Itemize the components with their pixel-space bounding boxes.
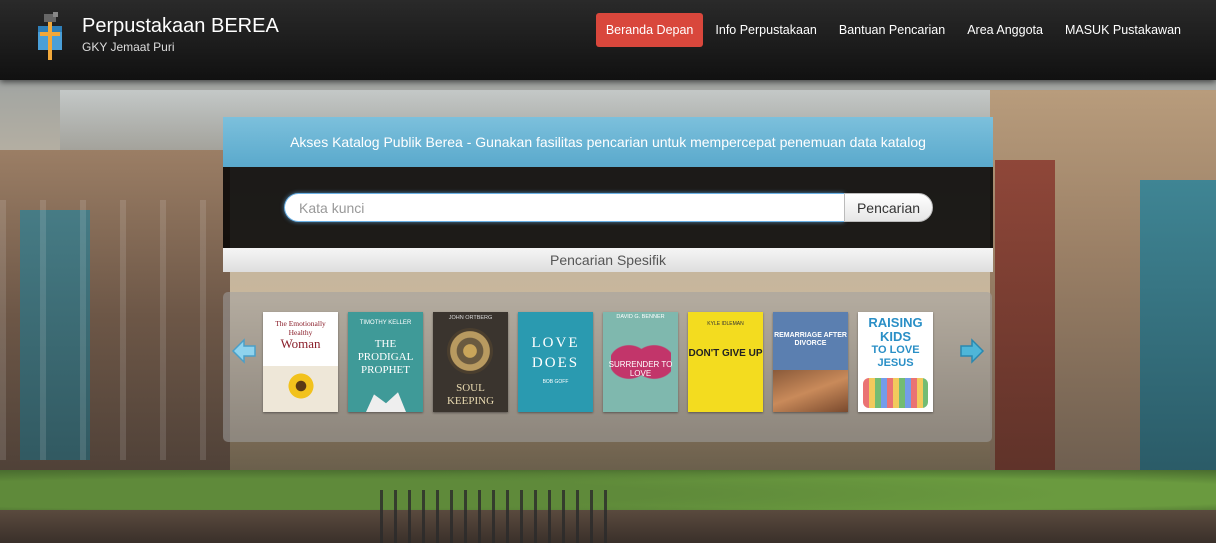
book-title: SURRENDER TO LOVE: [608, 360, 673, 378]
book-title: TO LOVE JESUS: [871, 344, 920, 369]
library-logo-icon: [38, 12, 62, 60]
book-title: REMARRIAGE AFTER DIVORCE: [774, 332, 847, 347]
catalog-heading: Akses Katalog Publik Berea - Gunakan fas…: [223, 117, 993, 167]
nav-info-perpustakaan[interactable]: Info Perpustakaan: [704, 13, 827, 47]
sunflower-image: [287, 372, 315, 400]
book-title: Woman: [280, 336, 321, 351]
book-title: DON'T GIVE UP: [688, 348, 763, 359]
book-cover[interactable]: TIMOTHY KELLER THE PRODIGAL PROPHET: [348, 312, 423, 412]
book-cover[interactable]: LOVE DOES BOB GOFF: [518, 312, 593, 412]
search-panel: Pencarian: [223, 167, 993, 248]
book-cover[interactable]: KYLE IDLEMAN DON'T GIVE UP: [688, 312, 763, 412]
top-navbar: Perpustakaan BEREA GKY Jemaat Puri Beran…: [0, 0, 1216, 80]
specific-search-toggle[interactable]: Pencarian Spesifik: [223, 248, 993, 272]
book-author: BOB GOFF: [542, 379, 569, 385]
book-author: KYLE IDLEMAN: [707, 321, 744, 327]
book-cover[interactable]: RAISING KIDS TO LOVE JESUS: [858, 312, 933, 412]
search-button[interactable]: Pencarian: [844, 193, 933, 222]
main-nav: Beranda Depan Info Perpustakaan Bantuan …: [595, 13, 1192, 47]
book-cover[interactable]: JOHN ORTBERG SOUL KEEPING: [433, 312, 508, 412]
book-title: The Emotionally Healthy: [275, 319, 326, 337]
search-input[interactable]: [284, 193, 844, 222]
site-title: Perpustakaan BEREA: [82, 15, 279, 37]
nav-masuk-pustakawan[interactable]: MASUK Pustakawan: [1054, 13, 1192, 47]
book-author: DAVID G. BENNER: [616, 314, 665, 320]
book-title: RAISING KIDS: [868, 315, 923, 344]
site-subtitle: GKY Jemaat Puri: [82, 40, 175, 54]
brand[interactable]: Perpustakaan BEREA GKY Jemaat Puri: [34, 12, 279, 64]
hands-image: [773, 370, 848, 412]
vault-image: [447, 328, 493, 374]
nav-beranda-depan[interactable]: Beranda Depan: [595, 13, 704, 47]
book-title: SOUL KEEPING: [446, 382, 495, 407]
kids-image: [863, 378, 928, 408]
book-carousel: The Emotionally Healthy Woman TIMOTHY KE…: [223, 292, 992, 442]
arrow-right-icon[interactable]: [959, 338, 985, 364]
book-author: JOHN ORTBERG: [448, 315, 493, 321]
whale-tail-image: [366, 392, 406, 412]
book-author: TIMOTHY KELLER: [359, 320, 412, 326]
arrow-left-icon[interactable]: [231, 338, 257, 364]
book-title: THE PRODIGAL PROPHET: [357, 338, 414, 376]
book-title: LOVE DOES: [531, 335, 580, 371]
nav-bantuan-pencarian[interactable]: Bantuan Pencarian: [828, 13, 956, 47]
nav-area-anggota[interactable]: Area Anggota: [956, 13, 1054, 47]
book-cover[interactable]: The Emotionally Healthy Woman: [263, 312, 338, 412]
book-cover[interactable]: REMARRIAGE AFTER DIVORCE: [773, 312, 848, 412]
book-cover[interactable]: DAVID G. BENNER SURRENDER TO LOVE: [603, 312, 678, 412]
